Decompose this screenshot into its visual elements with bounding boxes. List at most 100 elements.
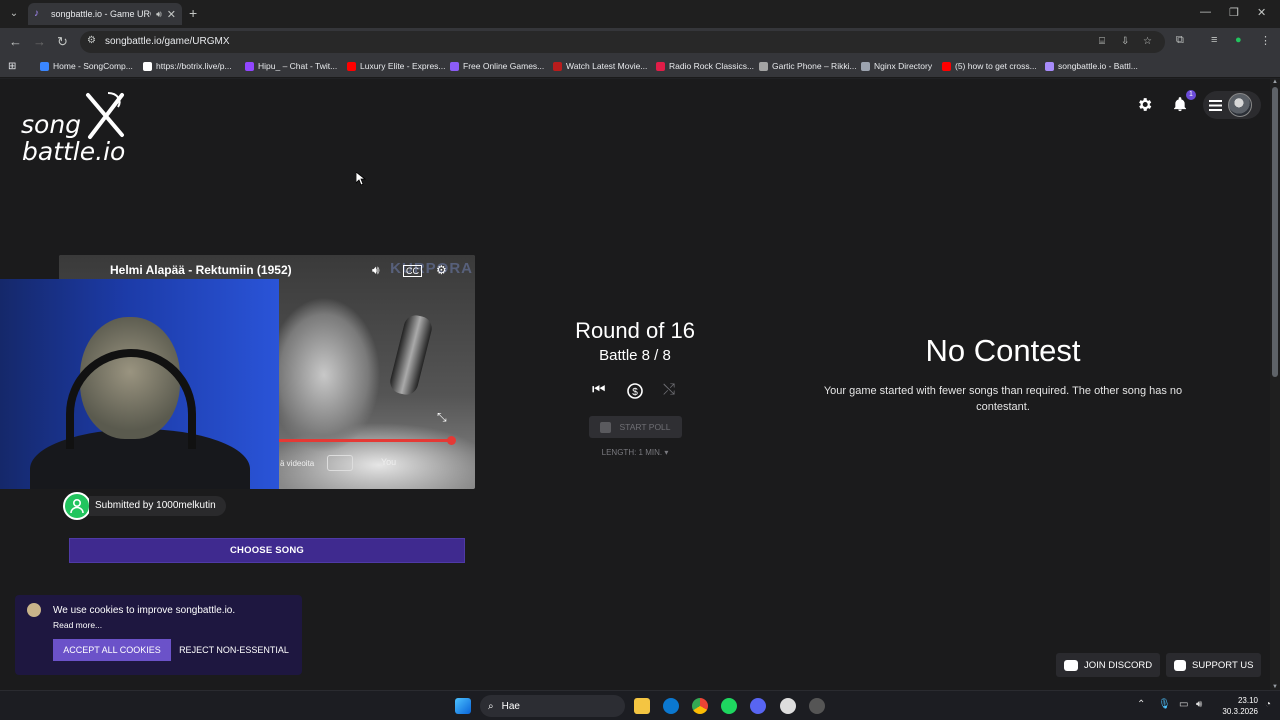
edge-browser-icon[interactable] xyxy=(663,698,679,714)
site-info-icon[interactable]: ⚙ xyxy=(87,35,96,46)
notifications-bell-icon[interactable] xyxy=(1172,96,1188,113)
bookmark-label: Watch Latest Movie... xyxy=(566,61,648,71)
bookmark-2[interactable]: Hipu_ – Chat - Twit... xyxy=(245,61,337,71)
window-close-icon[interactable]: ✕ xyxy=(1257,6,1266,19)
poll-length-select[interactable]: LENGTH: 1 MIN. ▾ xyxy=(585,448,685,457)
video-settings-gear-icon[interactable]: ⚙ xyxy=(436,263,447,277)
bookmark-label: songbattle.io - Battl... xyxy=(1058,61,1138,71)
notification-center-icon[interactable]: ◔ xyxy=(1265,699,1271,710)
url-text[interactable]: songbattle.io/game/URGMX xyxy=(105,36,230,47)
bookmark-1[interactable]: https://botrix.live/p... xyxy=(143,61,232,71)
join-discord-button[interactable]: JOIN DISCORD xyxy=(1056,653,1161,677)
tab-close-icon[interactable]: ✕ xyxy=(167,8,176,21)
browser-tab-active[interactable]: ♪ songbattle.io - Game URGM 🔊︎ ✕ xyxy=(28,3,182,25)
notification-count-badge: 1 xyxy=(1186,90,1196,100)
tab-search-button[interactable]: ⌄ xyxy=(6,5,22,21)
scroll-up-icon[interactable]: ▲ xyxy=(1272,79,1278,85)
spotify-icon[interactable] xyxy=(721,698,737,714)
bookmark-favicon-icon xyxy=(1045,61,1054,71)
bookmark-8[interactable]: Nginx Directory xyxy=(861,61,932,71)
back-icon[interactable]: ← xyxy=(9,34,22,49)
taskbar-search[interactable]: ⌕ Hae xyxy=(480,695,625,717)
discord-icon xyxy=(1064,659,1078,671)
tab-audio-icon[interactable]: 🔊︎ xyxy=(156,9,162,20)
new-tab-button[interactable]: + xyxy=(189,5,197,21)
bookmark-star-icon[interactable]: ☆ xyxy=(1143,36,1152,47)
bookmark-label: Radio Rock Classics... xyxy=(669,61,755,71)
tray-overflow-icon[interactable]: ⌃ xyxy=(1137,699,1145,710)
media-controls-icon[interactable]: ≡ xyxy=(1211,34,1217,46)
file-explorer-icon[interactable] xyxy=(634,698,650,714)
more-videos-text[interactable]: ä videoita xyxy=(280,459,314,468)
bookmark-label: Home - SongComp... xyxy=(53,61,133,71)
network-icon[interactable]: ▭ xyxy=(1179,699,1188,710)
bookmark-9[interactable]: (5) how to get cross... xyxy=(942,61,1037,71)
svg-text:$: $ xyxy=(632,387,638,398)
maximize-icon[interactable]: ❐ xyxy=(1229,6,1239,19)
bookmark-label: Luxury Elite - Expres... xyxy=(360,61,446,71)
start-poll-label: START POLL xyxy=(619,422,671,432)
browser-menu-icon[interactable]: ⋮ xyxy=(1260,34,1271,47)
cookie-icon xyxy=(27,603,41,617)
reload-icon[interactable]: ↻ xyxy=(57,34,68,50)
volume-tray-icon[interactable]: 🔊︎ xyxy=(1196,699,1202,710)
bookmark-favicon-icon xyxy=(553,61,562,71)
bookmark-10[interactable]: songbattle.io - Battl... xyxy=(1045,61,1138,71)
bookmark-label: Free Online Games... xyxy=(463,61,545,71)
bookmark-favicon-icon xyxy=(245,61,254,71)
bookmarks-bar: ⊞ Home - SongComp... https://botrix.live… xyxy=(0,56,1280,78)
minimize-icon[interactable]: — xyxy=(1200,6,1211,18)
video-title[interactable]: Helmi Alapää - Rektumiin (1952) xyxy=(110,263,292,277)
obs-icon[interactable] xyxy=(780,698,796,714)
shuffle-icon[interactable]: ⤭ xyxy=(663,381,675,398)
captions-icon[interactable]: CC xyxy=(403,265,422,277)
progress-scrubber[interactable] xyxy=(447,436,456,445)
cookie-banner: We use cookies to improve songbattle.io.… xyxy=(15,595,302,675)
bookmark-7[interactable]: Gartic Phone – Rikki... xyxy=(759,61,857,71)
app-icon[interactable] xyxy=(809,698,825,714)
chrome-icon[interactable] xyxy=(692,698,708,714)
bookmark-6[interactable]: Radio Rock Classics... xyxy=(656,61,754,71)
translate-icon[interactable]: ⌸ xyxy=(1099,36,1105,47)
coin-icon[interactable]: $ xyxy=(626,382,644,400)
previous-battle-icon[interactable]: ⏮ xyxy=(592,381,606,398)
forward-icon[interactable]: → xyxy=(33,34,46,49)
apps-grid-icon[interactable]: ⊞ xyxy=(8,61,16,72)
microphone-tray-icon[interactable]: 🎙︎ xyxy=(1158,699,1171,710)
windows-start-icon[interactable] xyxy=(455,698,471,714)
support-us-button[interactable]: SUPPORT US xyxy=(1166,653,1262,677)
join-discord-label: JOIN DISCORD xyxy=(1084,659,1153,671)
start-poll-button[interactable]: START POLL xyxy=(589,416,682,438)
discord-taskbar-icon[interactable] xyxy=(750,698,766,714)
bookmark-favicon-icon xyxy=(450,61,459,71)
songbattle-logo[interactable]: song battle.io xyxy=(20,91,135,171)
bookmark-5[interactable]: Watch Latest Movie... xyxy=(553,61,647,71)
page-scrollbar[interactable]: ▲ ▼ xyxy=(1270,79,1280,690)
youtube-logo[interactable]: You xyxy=(381,457,396,467)
accept-all-cookies-button[interactable]: ACCEPT ALL COOKIES xyxy=(53,639,171,661)
cookie-message: We use cookies to improve songbattle.io. xyxy=(53,605,236,616)
address-bar[interactable]: ⚙ songbattle.io/game/URGMX ⌸ ⇩ ☆ xyxy=(80,31,1165,53)
reject-non-essential-button[interactable]: REJECT NON-ESSENTIAL xyxy=(175,639,293,661)
bookmark-4[interactable]: Free Online Games... xyxy=(450,61,544,71)
submitted-by-text: Submitted by 1000melkutin xyxy=(89,496,226,516)
scrollbar-thumb[interactable] xyxy=(1272,87,1278,377)
bookmark-0[interactable]: Home - SongComp... xyxy=(40,61,133,71)
install-app-icon[interactable]: ⇩ xyxy=(1121,36,1129,47)
user-menu-button[interactable] xyxy=(1203,91,1261,119)
volume-icon[interactable]: 🔊︎ xyxy=(372,263,380,278)
bookmark-favicon-icon xyxy=(143,61,152,71)
logo-text-song: song xyxy=(21,110,82,139)
channel-badge-icon[interactable] xyxy=(327,455,353,471)
expand-arrows-icon[interactable]: ⤡ xyxy=(437,410,447,425)
choose-song-button[interactable]: CHOOSE SONG xyxy=(69,538,465,563)
profile-icon[interactable]: ● xyxy=(1235,34,1242,46)
cookie-read-more-link[interactable]: Read more... xyxy=(53,620,102,630)
settings-gear-icon[interactable] xyxy=(1136,96,1153,113)
video-progress-bar[interactable] xyxy=(279,439,449,442)
extensions-icon[interactable]: ⧉ xyxy=(1176,34,1184,47)
bookmark-label: (5) how to get cross... xyxy=(955,61,1037,71)
taskbar-clock[interactable]: 23.10 30.3.2026 xyxy=(1218,695,1258,717)
round-title: Round of 16 xyxy=(575,318,695,343)
bookmark-3[interactable]: Luxury Elite - Expres... xyxy=(347,61,446,71)
